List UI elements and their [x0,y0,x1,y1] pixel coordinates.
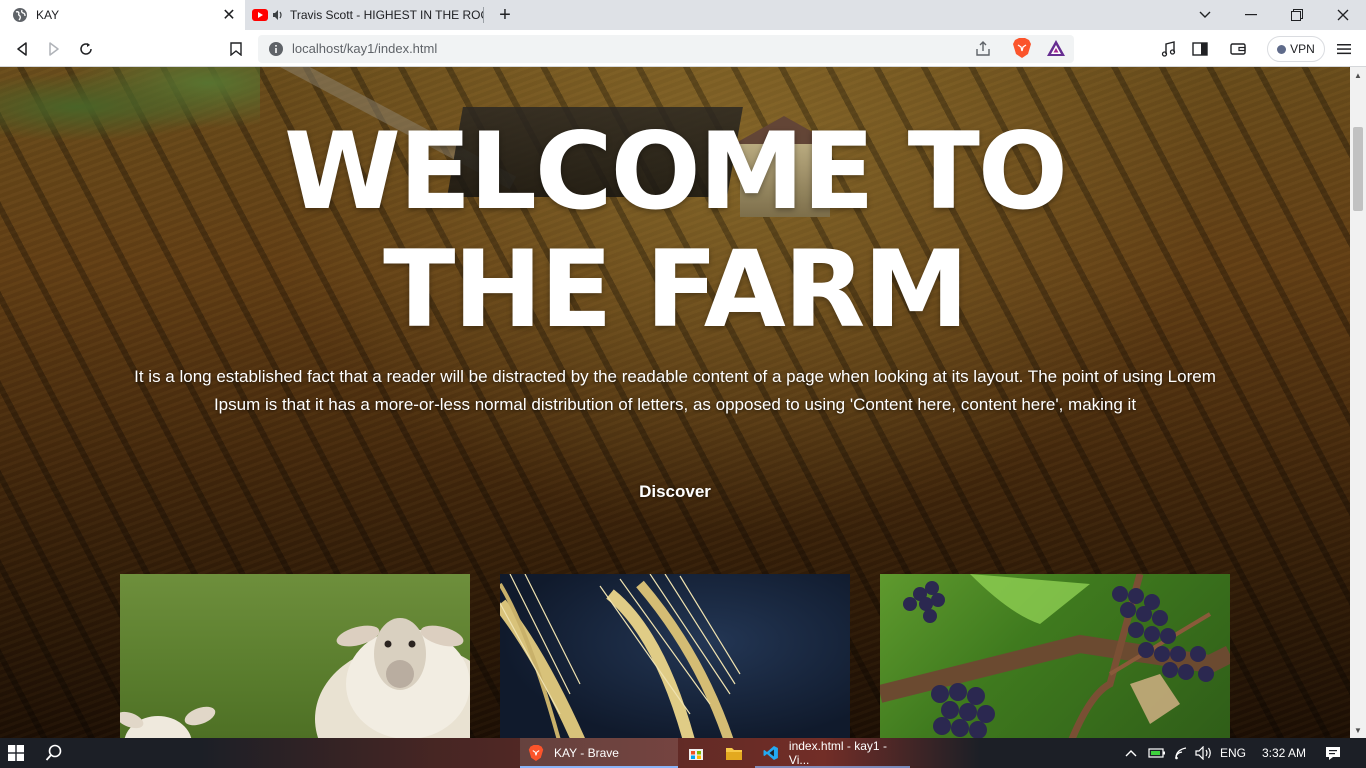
notifications-icon[interactable] [1322,738,1344,768]
card-wheat-image[interactable] [500,574,850,738]
brave-rewards-icon[interactable] [1046,38,1066,58]
tab-search-chevron-icon[interactable] [1182,0,1228,30]
forward-icon[interactable] [43,38,65,60]
search-icon[interactable] [45,738,67,768]
card-sheep-image[interactable] [120,574,470,738]
back-icon[interactable] [11,38,33,60]
close-window-icon[interactable] [1320,0,1366,30]
music-queue-icon[interactable] [1157,38,1179,60]
brave-shields-icon[interactable] [1012,37,1032,59]
battery-icon[interactable] [1147,738,1167,768]
address-bar[interactable]: localhost/kay1/index.html [258,35,1074,63]
share-icon[interactable] [974,40,992,58]
scroll-up-icon[interactable]: ▲ [1350,67,1366,83]
sidebar-icon[interactable] [1189,38,1211,60]
minimize-icon[interactable] [1228,0,1274,30]
bookmark-icon[interactable] [225,38,247,60]
vpn-status-icon [1277,44,1287,54]
restore-icon[interactable] [1274,0,1320,30]
taskbar-brave-app[interactable]: KAY - Brave [520,738,678,768]
hero-paragraph: It is a long established fact that a rea… [134,367,1216,414]
tab-kay[interactable]: KAY ✕ [0,0,245,30]
show-hidden-icons-chevron-icon[interactable] [1122,738,1140,768]
wifi-icon[interactable] [1172,738,1192,768]
reload-icon[interactable] [75,38,97,60]
windows-taskbar: KAY - Brave index.html - kay1 - Vi... EN… [0,738,1366,768]
language-indicator[interactable]: ENG [1218,738,1248,768]
menu-icon[interactable] [1333,38,1355,60]
taskbar-app-label: KAY - Brave [554,746,619,760]
discover-button[interactable]: Discover [600,482,750,502]
brave-icon [528,745,544,761]
store-icon[interactable] [688,738,708,768]
tab-title: Travis Scott - HIGHEST IN THE ROOM [290,8,484,22]
globe-icon [13,8,27,22]
tab-title: KAY [36,8,60,22]
scroll-down-icon[interactable]: ▼ [1350,722,1366,738]
taskbar-vscode-app[interactable]: index.html - kay1 - Vi... [755,738,910,768]
tab-close-icon[interactable]: ✕ [219,5,239,25]
windows-start-icon[interactable] [8,738,30,768]
hero-title: WELCOME TO THE FARM [284,110,1068,351]
vscode-icon [763,746,778,760]
tab-strip: KAY ✕ Travis Scott - HIGHEST IN THE ROOM… [0,0,1366,30]
file-explorer-icon[interactable] [725,738,745,768]
vpn-label: VPN [1290,42,1315,56]
volume-icon[interactable] [1194,738,1214,768]
scrollbar-thumb[interactable] [1353,127,1363,211]
vpn-button[interactable]: VPN [1267,36,1325,62]
youtube-icon [252,9,268,21]
site-info-icon[interactable] [268,41,284,57]
card-grapes-image[interactable] [880,574,1230,738]
new-tab-plus-icon[interactable]: + [494,4,516,26]
taskbar-app-label: index.html - kay1 - Vi... [788,739,887,767]
page-scrollbar[interactable]: ▲ ▼ [1350,67,1366,738]
wallet-icon[interactable] [1227,38,1249,60]
page-viewport: WELCOME TO THE FARM It is a long establi… [0,67,1350,738]
url-text[interactable]: localhost/kay1/index.html [292,41,437,56]
speaker-icon[interactable] [272,9,284,21]
tab-divider [483,7,484,23]
tab-travis-scott[interactable]: Travis Scott - HIGHEST IN THE ROOM [246,0,484,30]
browser-toolbar: localhost/kay1/index.html VPN [0,30,1366,67]
clock[interactable]: 3:32 AM [1256,738,1312,768]
